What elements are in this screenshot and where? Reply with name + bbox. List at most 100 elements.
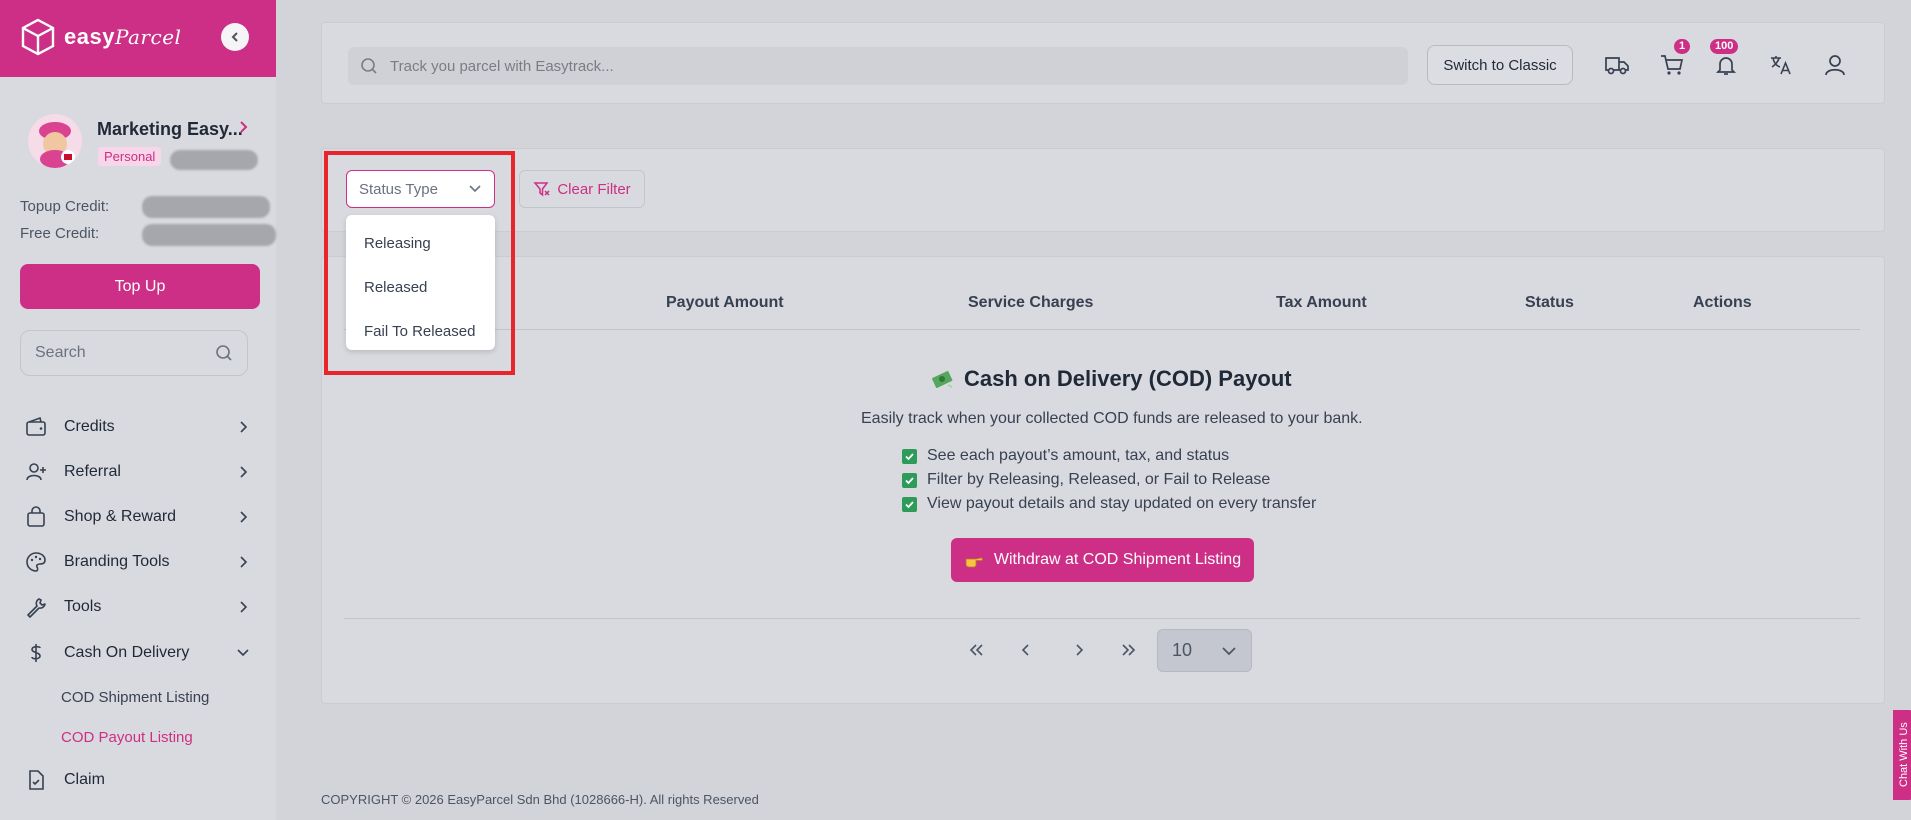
box-logo-icon (21, 18, 55, 56)
sidebar-item-branding-tools[interactable]: Branding Tools (24, 547, 250, 577)
check-icon (902, 496, 917, 512)
translate-icon[interactable] (1767, 51, 1795, 79)
chevrons-right-icon (1122, 644, 1136, 656)
sidebar-item-label: Cash On Delivery (64, 644, 190, 661)
chevron-right-icon (240, 601, 248, 613)
chevron-down-icon (1222, 646, 1236, 655)
pointing-hand-icon (965, 557, 983, 568)
feature-item: Filter by Releasing, Released, or Fail t… (902, 471, 1270, 489)
chevron-right-icon (240, 556, 248, 568)
shopping-bag-icon (24, 505, 48, 529)
search-icon (216, 345, 232, 361)
column-header-status[interactable]: Status (1525, 294, 1574, 312)
last-page-button[interactable] (1115, 636, 1143, 664)
claim-doc-icon (24, 768, 48, 792)
cart-count-badge: 1 (1674, 39, 1691, 54)
sidebar-item-tools[interactable]: Tools (24, 592, 250, 622)
wrench-icon (24, 595, 48, 619)
switch-to-classic-button[interactable]: Switch to Classic (1427, 45, 1573, 85)
sidebar: easyParcel Marketing Easy... Personal To… (0, 0, 276, 820)
chevron-right-icon (240, 511, 248, 523)
brand-logo[interactable]: easyParcel (20, 18, 181, 56)
sidebar-search-placeholder: Search (35, 344, 86, 361)
first-page-button[interactable] (962, 636, 990, 664)
next-page-button[interactable] (1065, 636, 1093, 664)
collapse-sidebar-button[interactable] (221, 23, 249, 51)
logo-text: easyParcel (64, 24, 182, 49)
search-icon (361, 58, 377, 74)
delivery-truck-icon[interactable] (1603, 51, 1631, 79)
sidebar-item-label: Tools (64, 598, 102, 615)
column-header-service-charges[interactable]: Service Charges (968, 294, 1093, 312)
sidebar-item-label: Shop & Reward (64, 508, 177, 525)
sidebar-subitem-cod-shipment-listing[interactable]: COD Shipment Listing (61, 689, 209, 706)
easytrack-placeholder: Track you parcel with Easytrack... (390, 57, 614, 75)
column-header-actions[interactable]: Actions (1693, 294, 1752, 312)
top-bar: Track you parcel with Easytrack... Switc… (321, 22, 1885, 104)
feature-item: View payout details and stay updated on … (902, 495, 1316, 513)
chevron-left-icon (231, 32, 238, 42)
check-icon (902, 472, 917, 488)
column-header-tax-amount[interactable]: Tax Amount (1276, 294, 1367, 312)
copyright-footer: COPYRIGHT © 2026 EasyParcel Sdn Bhd (102… (321, 792, 759, 807)
avatar (28, 114, 82, 168)
empty-state-title-text: Cash on Delivery (COD) Payout (964, 366, 1292, 391)
chat-with-us-tab[interactable]: Chat With Us (1893, 710, 1911, 800)
redacted-account-id (170, 150, 258, 170)
cart-icon[interactable] (1658, 51, 1686, 79)
redacted-topup-credit (142, 196, 270, 218)
withdraw-button[interactable]: Withdraw at COD Shipment Listing (951, 538, 1254, 582)
clear-filter-button[interactable]: Clear Filter (519, 170, 645, 208)
sidebar-header: easyParcel (0, 0, 276, 77)
chevron-right-icon (240, 466, 248, 478)
filter-clear-icon (533, 182, 550, 197)
sidebar-item-credits[interactable]: Credits (24, 412, 250, 442)
dollar-icon (24, 641, 48, 665)
column-header-payout-amount[interactable]: Payout Amount (666, 294, 784, 312)
clear-filter-label: Clear Filter (557, 180, 631, 198)
redacted-free-credit (142, 224, 276, 246)
chevron-left-icon (1021, 644, 1029, 656)
sidebar-item-label: Claim (64, 771, 105, 788)
user-account-icon[interactable] (1821, 51, 1849, 79)
easytrack-search-input[interactable]: Track you parcel with Easytrack... (348, 47, 1408, 85)
table-header-divider (344, 329, 1860, 330)
pagination-divider (344, 618, 1860, 619)
feature-text: See each payout’s amount, tax, and statu… (927, 447, 1230, 464)
topup-credit-label: Topup Credit: (20, 198, 110, 215)
sidebar-item-label: Referral (64, 463, 121, 480)
profile-name: Marketing Easy... (97, 119, 243, 139)
chevron-right-icon (1076, 644, 1084, 656)
palette-icon (24, 550, 48, 574)
account-type-badge: Personal (98, 147, 162, 166)
sidebar-item-referral[interactable]: Referral (24, 457, 250, 487)
highlight-box (324, 151, 515, 375)
empty-state-title: Cash on Delivery (COD) Payout (930, 366, 1292, 392)
chevron-down-icon (237, 649, 249, 657)
sidebar-item-label: Credits (64, 418, 115, 435)
sidebar-subitem-cod-payout-listing[interactable]: COD Payout Listing (61, 729, 193, 746)
check-icon (902, 448, 917, 464)
free-credit-label: Free Credit: (20, 225, 100, 242)
chevrons-left-icon (969, 644, 983, 656)
feature-item: See each payout’s amount, tax, and statu… (902, 447, 1229, 465)
feature-text: Filter by Releasing, Released, or Fail t… (927, 471, 1271, 488)
withdraw-button-label: Withdraw at COD Shipment Listing (993, 551, 1242, 568)
top-up-button[interactable]: Top Up (20, 264, 260, 309)
money-icon (932, 370, 953, 388)
sidebar-item-claim[interactable]: Claim (24, 765, 250, 795)
profile-card[interactable]: Marketing Easy... Personal (28, 114, 278, 174)
empty-state-description: Easily track when your collected COD fun… (861, 410, 1363, 427)
sidebar-item-label: Branding Tools (64, 553, 170, 570)
chevron-right-icon (240, 121, 248, 133)
notification-bell-icon[interactable] (1712, 51, 1740, 79)
previous-page-button[interactable] (1012, 636, 1040, 664)
sidebar-item-shop-reward[interactable]: Shop & Reward (24, 502, 250, 532)
page-size-value: 10 (1172, 640, 1193, 660)
wallet-icon (24, 415, 48, 439)
chevron-right-icon (240, 421, 248, 433)
page-size-select[interactable]: 10 (1157, 629, 1252, 672)
sidebar-item-cash-on-delivery[interactable]: Cash On Delivery (24, 638, 250, 668)
notification-count-badge: 100 (1710, 39, 1739, 54)
sidebar-search-input[interactable]: Search (20, 330, 248, 376)
